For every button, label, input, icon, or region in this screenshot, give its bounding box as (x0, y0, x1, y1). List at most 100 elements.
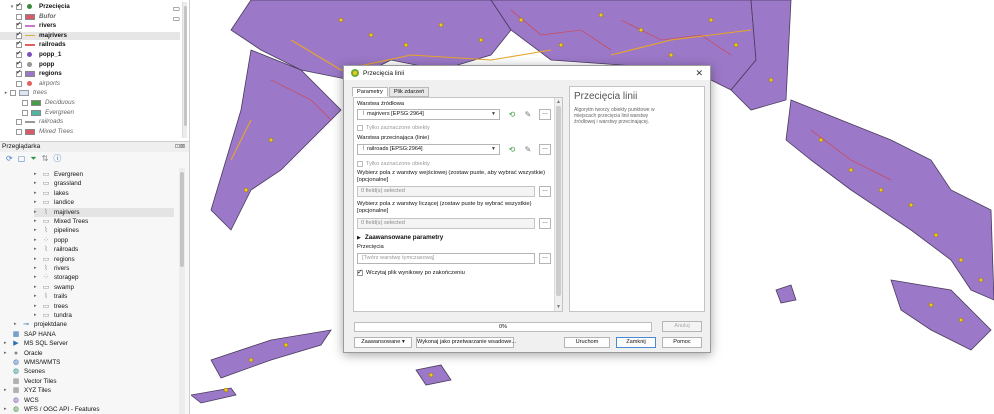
close-icon[interactable]: ✕ (695, 67, 703, 79)
layer-item[interactable]: popp_1 (0, 50, 180, 59)
layers-scrollbar[interactable] (182, 2, 187, 138)
expand-icon[interactable]: ▸ (34, 217, 41, 226)
iterate-icon[interactable]: ⟲ (506, 109, 518, 120)
expand-icon[interactable]: ▸ (4, 405, 11, 414)
browser-item[interactable]: ▸ ⌇ pipelines (34, 226, 174, 235)
open-output-checkbox[interactable]: Wczytaj plik wynikowy po zakończeniu (357, 268, 465, 277)
expand-icon[interactable]: ▸ (34, 189, 41, 198)
browser-item[interactable]: ▦ Vector Tiles (4, 377, 174, 386)
input-fields-selector[interactable]: 0 field(s) selected (357, 186, 535, 197)
advanced-button[interactable]: Zaawansowane ▾ (354, 337, 412, 348)
layer-visibility-checkbox[interactable] (16, 128, 22, 135)
tab-parameters[interactable]: Parametry (352, 87, 388, 97)
expand-icon[interactable]: ▸ (34, 255, 41, 264)
expand-icon[interactable]: ▾ (8, 3, 16, 11)
layer-item[interactable]: ▾ Przecięcia (0, 2, 180, 11)
cancel-button[interactable]: Anuluj (662, 321, 702, 332)
expand-icon[interactable]: ▸ (34, 264, 41, 273)
browser-scrollbar[interactable] (179, 168, 185, 414)
add-selected-icon[interactable]: ▢ (18, 154, 26, 164)
layer-visibility-checkbox[interactable] (16, 13, 22, 20)
layer-item[interactable]: popp (0, 60, 180, 69)
layers-panel-controls[interactable]: ▭ ▭ (172, 4, 180, 24)
help-button[interactable]: Pomoc (662, 337, 702, 348)
browser-item[interactable]: ▸ ⊸ projektdane (14, 320, 174, 329)
browser-item[interactable]: ▦ SAP HANA (4, 330, 174, 339)
layer-visibility-checkbox[interactable] (16, 21, 22, 30)
expand-icon[interactable]: ▸ (34, 170, 41, 179)
expand-icon[interactable]: ▸ (34, 245, 41, 254)
layer-item[interactable]: railroads (0, 118, 180, 126)
layer-item[interactable]: Evergreen (0, 109, 180, 117)
browser-item[interactable]: ▸ ▭ landice (34, 198, 174, 207)
expand-icon[interactable]: ▸ (2, 89, 10, 97)
layer-visibility-checkbox[interactable] (16, 31, 22, 39)
browser-item[interactable]: ▸ ◍ WFS / OGC API - Features (4, 405, 174, 414)
layer-item[interactable]: ▸ trees (0, 89, 180, 97)
scroll-down-icon[interactable]: ▼ (556, 304, 561, 310)
advanced-parameters-toggle[interactable]: ▶ Zaawansowane parametry (357, 233, 443, 243)
layer-visibility-checkbox[interactable] (16, 80, 22, 87)
expand-icon[interactable]: ▸ (14, 320, 21, 329)
layer-item[interactable]: airports (0, 80, 180, 88)
scroll-up-icon[interactable]: ▲ (556, 99, 561, 105)
layer-item[interactable]: majrivers (0, 31, 180, 40)
browser-item[interactable]: ▸ ▭ lakes (34, 189, 174, 198)
iterate-icon[interactable]: ⟲ (506, 144, 518, 155)
browser-item[interactable]: ▸ ⌇ railroads (34, 245, 174, 254)
expand-icon[interactable]: ▸ (34, 302, 41, 311)
browser-item[interactable]: ◍ Scenes (4, 367, 174, 376)
collapse-icon[interactable]: ⇅ (42, 154, 49, 164)
batch-process-button[interactable]: Wykonaj jako przetwarzanie wsadowe... (416, 337, 516, 348)
expand-icon[interactable]: ▸ (34, 273, 41, 282)
layer-visibility-checkbox[interactable] (16, 2, 22, 10)
browser-item[interactable]: ▸ ⌇ trails (34, 292, 174, 301)
selected-only-checkbox-2[interactable]: Tylko zaznaczone obiekty (357, 159, 430, 168)
browser-item[interactable]: ▸ ⌇ majrivers (34, 207, 174, 217)
browser-item[interactable]: ▸ ▭ grassland (34, 179, 174, 188)
browser-panel-controls[interactable]: ⊡⊠ (175, 142, 185, 152)
expand-icon[interactable]: ▸ (34, 226, 41, 235)
close-button[interactable]: Zamknij (616, 337, 656, 348)
parameters-scrollbar[interactable]: ▲ ▼ (554, 98, 562, 311)
layer-item[interactable]: Bufor (0, 13, 180, 21)
browser-item[interactable]: ▸ ● Oracle (4, 349, 174, 358)
selected-only-checkbox-1[interactable]: Tylko zaznaczone obiekty (357, 123, 430, 132)
browser-item[interactable]: ◍ WCS (4, 396, 174, 405)
expand-icon[interactable]: ▸ (34, 208, 41, 217)
layer-item[interactable]: railroads (0, 40, 180, 49)
expand-icon[interactable]: ▸ (34, 283, 41, 292)
intersect-layer-combo[interactable]: ⌇ railroads [EPSG:2964] ▼ (357, 144, 500, 155)
expand-icon[interactable]: ▸ (34, 311, 41, 320)
expand-icon[interactable]: ▸ (34, 292, 41, 301)
expand-icon[interactable]: ▸ (34, 198, 41, 207)
browser-item[interactable]: ▸ ▦ XYZ Tiles (4, 386, 174, 395)
output-layer-input[interactable]: [Twórz warstwę tymczasową] (357, 253, 535, 264)
expand-icon[interactable]: ▸ (4, 339, 11, 348)
browser-item[interactable]: ▸ ▭ Mixed Trees (34, 217, 174, 226)
browse-button[interactable]: … (539, 109, 551, 120)
layer-visibility-checkbox[interactable] (22, 109, 28, 116)
layer-visibility-checkbox[interactable] (22, 100, 28, 106)
layer-visibility-checkbox[interactable] (10, 90, 16, 97)
browser-item[interactable]: ▸ ⌇ rivers (34, 264, 174, 273)
browser-item[interactable]: ▸ ⁘ storagep (34, 273, 174, 282)
layer-visibility-checkbox[interactable] (16, 119, 22, 126)
expand-icon[interactable]: ▸ (4, 386, 11, 395)
scroll-thumb[interactable] (556, 106, 561, 296)
tab-log[interactable]: Plik zdarzeń (388, 87, 430, 97)
output-browse-button[interactable]: … (539, 253, 551, 264)
expand-icon[interactable]: ▸ (34, 179, 41, 188)
expand-icon[interactable]: ▸ (4, 349, 11, 358)
run-button[interactable]: Uruchom (564, 337, 610, 348)
intersect-fields-selector[interactable]: 0 field(s) selected (357, 218, 535, 229)
layer-item[interactable]: rivers (0, 21, 180, 30)
wrench-icon[interactable]: ✎ (522, 144, 534, 155)
expand-icon[interactable]: ▸ (34, 236, 41, 245)
browser-item[interactable]: ▸ ▭ swamp (34, 283, 174, 292)
layer-item[interactable]: regions (0, 69, 180, 78)
layer-item[interactable]: Mixed Trees (0, 128, 180, 136)
layer-visibility-checkbox[interactable] (16, 69, 22, 78)
browser-item[interactable]: ▸ ▶ MS SQL Server (4, 339, 174, 348)
browser-item[interactable]: ▸ ▭ Evergreen (34, 170, 174, 179)
